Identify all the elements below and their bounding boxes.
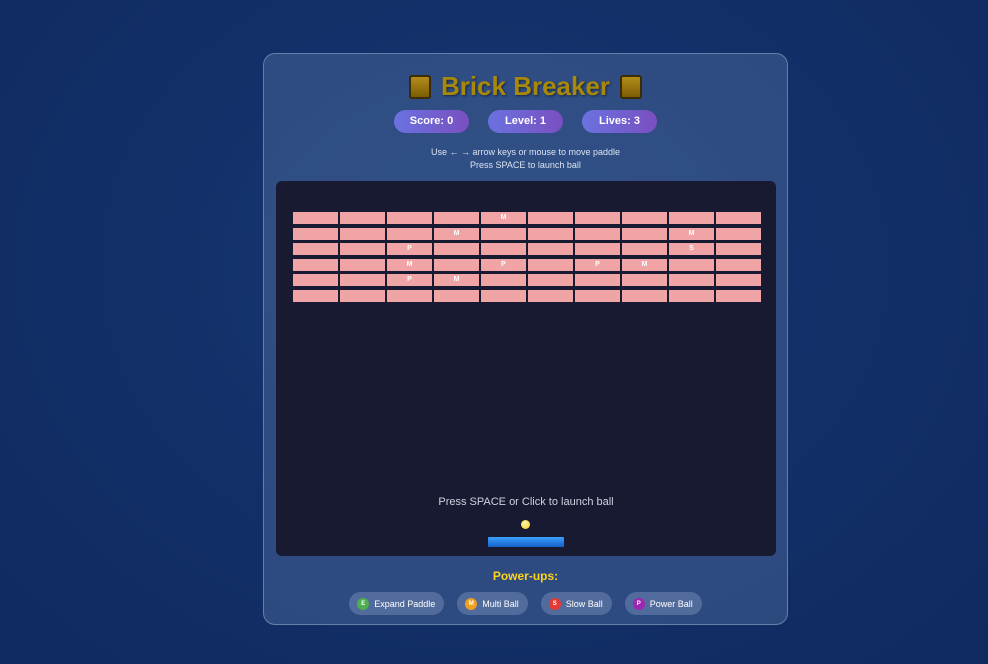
- powerup-label: Multi Ball: [482, 598, 519, 609]
- brick: [622, 212, 667, 224]
- brick-icon: [620, 74, 643, 99]
- powerup-label: Expand Paddle: [374, 598, 436, 609]
- brick: [340, 212, 385, 224]
- brick: [716, 227, 761, 240]
- brick: M: [481, 212, 526, 224]
- stats-bar: Score: 0 Level: 1 Lives: 3: [264, 110, 787, 133]
- lives-badge: Lives: 3: [582, 110, 657, 133]
- brick: M: [434, 274, 479, 287]
- brick: [622, 227, 667, 240]
- expand-icon: E: [357, 597, 370, 610]
- brick: [340, 290, 385, 302]
- brick: [575, 243, 620, 256]
- brick: [481, 227, 526, 240]
- brick: [622, 290, 667, 302]
- brick: [669, 258, 714, 271]
- brick: [528, 243, 573, 256]
- slow-ball-icon: S: [548, 597, 561, 610]
- brick: [340, 274, 385, 287]
- brick: [293, 274, 338, 287]
- brick: [575, 212, 620, 224]
- powerup-label: Slow Ball: [565, 598, 603, 609]
- instructions-move: Use ← → arrow keys or mouse to move padd…: [430, 147, 621, 157]
- brick: [716, 243, 761, 256]
- brick: P: [387, 274, 432, 287]
- game-title: Brick Breaker: [440, 71, 611, 101]
- brick: [340, 243, 385, 256]
- brick: [669, 290, 714, 302]
- brick: [481, 290, 526, 302]
- instructions: Use ← → arrow keys or mouse to move padd…: [264, 146, 787, 172]
- brick: [716, 212, 761, 224]
- brick: [669, 274, 714, 287]
- brick: [528, 258, 573, 271]
- brick-icon: [408, 74, 431, 99]
- brick: M: [434, 227, 479, 240]
- brick: [669, 212, 714, 224]
- powerup-item: P Power Ball: [624, 592, 702, 615]
- brick: [622, 243, 667, 256]
- brick: M: [387, 258, 432, 271]
- brick: [716, 258, 761, 271]
- ball: [521, 520, 530, 529]
- brick: M: [669, 227, 714, 240]
- brick: [340, 227, 385, 240]
- brick: [293, 227, 338, 240]
- brick: [434, 290, 479, 302]
- powerup-item: S Slow Ball: [540, 592, 612, 615]
- brick: [434, 212, 479, 224]
- brick: [293, 290, 338, 302]
- brick: P: [481, 258, 526, 271]
- brick: [528, 212, 573, 224]
- brick: [387, 290, 432, 302]
- multi-ball-icon: M: [465, 597, 478, 610]
- brick: [293, 258, 338, 271]
- brick: [340, 258, 385, 271]
- powerup-item: E Expand Paddle: [349, 592, 445, 615]
- brick: S: [669, 243, 714, 256]
- instructions-launch: Press SPACE to launch ball: [470, 160, 581, 170]
- powerup-label: Power Ball: [649, 598, 693, 609]
- brick: [716, 274, 761, 287]
- brick: [293, 243, 338, 256]
- paddle[interactable]: [488, 537, 564, 547]
- brick: [528, 290, 573, 302]
- brick: [434, 258, 479, 271]
- brick: P: [387, 243, 432, 256]
- game-panel: Brick Breaker Score: 0 Level: 1 Lives: 3…: [263, 53, 788, 625]
- brick: [293, 212, 338, 224]
- brick: [716, 290, 761, 302]
- launch-message: Press SPACE or Click to launch ball: [438, 496, 614, 508]
- powerup-item: M Multi Ball: [457, 592, 528, 615]
- power-ball-icon: P: [632, 597, 645, 610]
- powerups-title: Power-ups:: [492, 569, 559, 583]
- brick: M: [622, 258, 667, 271]
- brick: P: [575, 258, 620, 271]
- brick: [528, 227, 573, 240]
- brick: [434, 243, 479, 256]
- game-canvas[interactable]: Press SPACE or Click to launch ball MMMP…: [276, 181, 776, 556]
- powerups-legend: E Expand Paddle M Multi Ball S Slow Ball P Powe…: [264, 592, 787, 615]
- brick: [575, 274, 620, 287]
- score-badge: Score: 0: [394, 110, 469, 133]
- brick: [387, 212, 432, 224]
- brick: [481, 243, 526, 256]
- game-title-row: Brick Breaker: [264, 71, 787, 102]
- brick: [575, 227, 620, 240]
- brick: [575, 290, 620, 302]
- brick: [622, 274, 667, 287]
- brick: [528, 274, 573, 287]
- level-badge: Level: 1: [488, 110, 563, 133]
- brick: [481, 274, 526, 287]
- brick: [387, 227, 432, 240]
